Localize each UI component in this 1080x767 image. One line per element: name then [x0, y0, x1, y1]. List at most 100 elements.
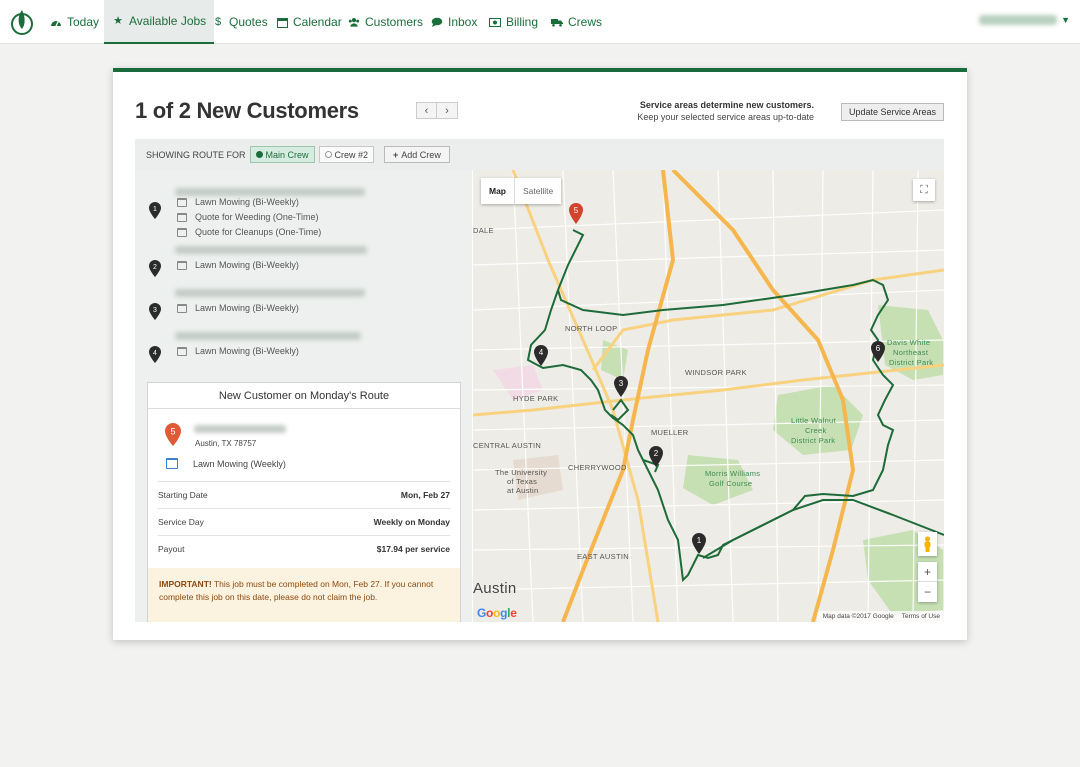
map-label: of Texas: [507, 477, 538, 486]
calendar-icon: [177, 197, 187, 207]
nav-today[interactable]: Today: [50, 0, 99, 44]
map-label: CHERRYWOOD: [568, 463, 627, 472]
map-label: MUELLER: [651, 428, 689, 437]
map-label: Morris Williams: [705, 469, 761, 478]
stop-service-label: Lawn Mowing (Bi-Weekly): [195, 197, 299, 207]
next-customer-button[interactable]: ›: [437, 102, 458, 119]
user-menu[interactable]: ▼: [979, 15, 1070, 25]
nav-customers-label: Customers: [365, 15, 424, 29]
update-service-areas-button[interactable]: Update Service Areas: [840, 103, 944, 121]
svg-text:2: 2: [654, 449, 659, 458]
map-marker[interactable]: 5: [569, 203, 583, 224]
map-label: HYDE PARK: [513, 394, 559, 403]
detail-row-payout: Payout $17.94 per service: [158, 535, 450, 562]
crew-option-main[interactable]: Main Crew: [249, 146, 315, 163]
new-customer-heading: New Customer on Monday's Route: [148, 383, 460, 409]
map-pin-icon: 4: [149, 346, 161, 363]
route-stops-panel: 1 Lawn Mowing (Bi-Weekly) Quote for Weed…: [135, 170, 472, 622]
map-marker[interactable]: 3: [614, 376, 628, 397]
customer-pager: ‹ ›: [416, 102, 458, 119]
nav-calendar[interactable]: Calendar: [276, 0, 342, 44]
crew-option-main-label: Main Crew: [265, 149, 309, 160]
service-area-note: Service areas determine new customers. K…: [637, 99, 814, 123]
radio-unchecked-icon: [324, 151, 332, 158]
svg-text:4: 4: [539, 348, 544, 357]
detail-value: $17.94 per service: [376, 544, 450, 554]
svg-text:3: 3: [619, 379, 624, 388]
truck-icon: [551, 16, 563, 28]
nav-today-label: Today: [67, 15, 100, 29]
stop-address-redacted: [175, 289, 365, 297]
route-map[interactable]: NORTH LOOP WINDSOR PARK HYDE PARK MUELLE…: [473, 170, 944, 622]
nav-inbox[interactable]: Inbox: [431, 0, 477, 44]
zoom-controls: + −: [918, 562, 937, 602]
detail-label: Payout: [158, 544, 185, 554]
stop-service-label: Quote for Cleanups (One-Time): [195, 227, 322, 237]
calendar-icon: [177, 227, 187, 237]
chevron-down-icon: ▼: [1061, 15, 1070, 25]
stop-address-redacted: [175, 188, 365, 196]
dashboard-icon: [50, 16, 62, 28]
map-data-credit: Map data ©2017 Google: [822, 613, 894, 620]
google-logo: Google: [477, 606, 517, 620]
add-crew-label: Add Crew: [401, 149, 441, 160]
billing-icon: [489, 16, 501, 28]
nav-inbox-label: Inbox: [448, 15, 478, 29]
nav-billing[interactable]: Billing: [489, 0, 538, 44]
radio-checked-icon: [255, 151, 263, 158]
detail-value: Weekly on Monday: [373, 517, 450, 527]
nav-available-jobs-label: Available Jobs: [129, 14, 207, 28]
svg-text:6: 6: [876, 344, 881, 353]
map-type-map[interactable]: Map: [481, 178, 514, 204]
crew-option-2-label: Crew #2: [334, 149, 369, 160]
nav-crews-label: Crews: [568, 15, 603, 29]
detail-label: Starting Date: [158, 490, 208, 500]
nav-quotes-label: Quotes: [229, 15, 268, 29]
map-label: at Austin: [507, 486, 539, 495]
nav-customers[interactable]: Customers: [348, 0, 423, 44]
map-marker[interactable]: 4: [534, 345, 548, 366]
svg-text:5: 5: [574, 206, 579, 215]
prev-customer-button[interactable]: ‹: [416, 102, 437, 119]
map-marker[interactable]: 2: [649, 446, 663, 467]
fullscreen-button[interactable]: ⛶: [913, 179, 935, 201]
logo-icon[interactable]: [9, 6, 35, 36]
svg-text:3: 3: [153, 307, 157, 314]
stop-service-label: Lawn Mowing (Bi-Weekly): [195, 260, 299, 270]
page-title: 1 of 2 New Customers: [135, 98, 359, 123]
job-card: 1 of 2 New Customers ‹ › Service areas d…: [113, 68, 967, 640]
map-type-satellite[interactable]: Satellite: [514, 178, 561, 204]
add-crew-button[interactable]: + Add Crew: [384, 146, 450, 163]
svg-text:1: 1: [697, 536, 702, 545]
map-label: The University: [495, 468, 548, 477]
map-label: EAST AUSTIN: [577, 552, 629, 561]
stop-service-label: Lawn Mowing (Bi-Weekly): [195, 346, 299, 356]
map-marker[interactable]: 6: [871, 341, 885, 362]
map-label: Golf Course: [709, 479, 753, 488]
chat-icon: [431, 16, 443, 28]
fullscreen-icon: ⛶: [920, 183, 928, 196]
nav-available-jobs[interactable]: ★ Available Jobs: [104, 0, 215, 44]
nav-crews[interactable]: Crews: [551, 0, 602, 44]
map-pin-icon: 1: [149, 202, 161, 219]
stop-service-label: Lawn Mowing (Bi-Weekly): [195, 303, 299, 313]
stop-service: Quote for Cleanups (One-Time): [177, 227, 321, 237]
map-label: Austin: [473, 580, 517, 597]
user-name-redacted: [979, 15, 1058, 25]
stop-service: Lawn Mowing (Bi-Weekly): [177, 197, 299, 207]
zoom-out-button[interactable]: −: [918, 582, 937, 602]
street-view-button[interactable]: [918, 532, 937, 556]
map-marker[interactable]: 1: [692, 533, 706, 554]
nav-billing-label: Billing: [506, 15, 539, 29]
zoom-in-button[interactable]: +: [918, 562, 937, 582]
nav-quotes[interactable]: $ Quotes: [212, 0, 268, 44]
stop-service: Lawn Mowing (Bi-Weekly): [177, 346, 299, 356]
calendar-icon: [177, 303, 187, 313]
map-type-toggle: Map Satellite: [481, 178, 562, 204]
stop-service: Lawn Mowing (Bi-Weekly): [177, 260, 299, 270]
crew-option-2[interactable]: Crew #2: [318, 146, 375, 163]
detail-value: Mon, Feb 27: [400, 490, 450, 500]
terms-of-use-link[interactable]: Terms of Use: [902, 613, 940, 620]
map-attribution: Map data ©2017 Google Terms of Use: [818, 611, 944, 622]
calendar-icon: [276, 16, 288, 28]
